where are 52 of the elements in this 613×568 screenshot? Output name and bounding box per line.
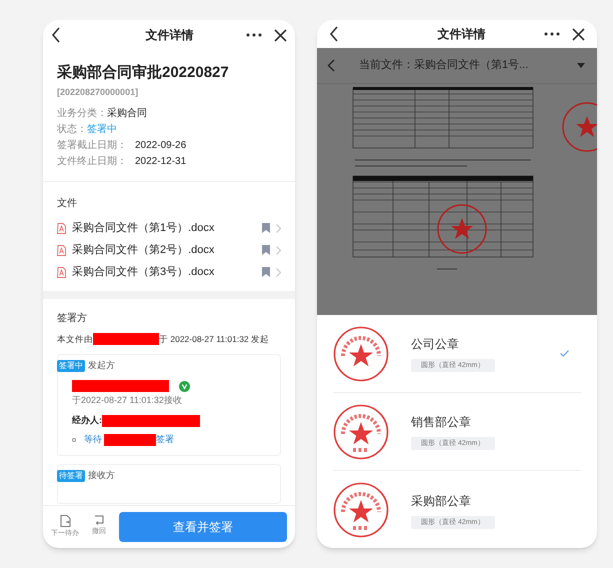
more-icon[interactable]	[544, 32, 560, 36]
status-badge: 待签署	[57, 470, 85, 482]
field-label: 业务分类：	[57, 106, 107, 120]
dropdown-icon[interactable]	[577, 63, 585, 68]
signer-role: 发起方	[88, 358, 115, 372]
redaction-block	[104, 434, 156, 446]
pdf-file-icon	[57, 244, 66, 256]
field-label: 签署截止日期：	[57, 138, 127, 152]
redaction-block	[93, 333, 159, 346]
section-title: 签署方	[57, 312, 88, 326]
current-file-title: 当前文件：采购合同文件（第1号...	[359, 58, 528, 74]
seal-drawing	[333, 326, 389, 382]
initiated-text: 本文件由	[57, 333, 93, 346]
received-time: 于2022-08-27 11:01:32接收	[72, 394, 183, 408]
seal-name: 采购部公章	[411, 492, 472, 510]
field-value: 2022-12-31	[135, 154, 186, 168]
initiated-text: 于 2022-08-27 11:01:32 发起	[159, 333, 270, 346]
seal-name: 公司公章	[411, 336, 460, 353]
seal-name: 销售部公章	[411, 414, 472, 431]
pdf-file-icon	[57, 266, 66, 278]
seal-drawing	[333, 404, 389, 460]
field-label: 状态：	[57, 122, 87, 136]
waiting-text: 等待	[84, 433, 102, 446]
bookmark-icon[interactable]	[262, 267, 270, 277]
status-badge: 签署中	[57, 360, 85, 372]
file-link[interactable]: 采购合同文件（第3号）.docx	[72, 264, 214, 280]
seal-drawing	[333, 482, 389, 538]
status-value: 签署中	[87, 122, 117, 136]
close-icon[interactable]	[572, 28, 585, 40]
document-code: [202208270000001]	[57, 86, 138, 99]
handler-label: 经办人:	[72, 414, 102, 427]
undo-icon	[94, 514, 104, 525]
next-document-icon	[60, 514, 70, 527]
signer-role: 接收方	[88, 468, 115, 482]
back-icon[interactable]	[329, 26, 339, 42]
pdf-file-icon	[57, 222, 66, 234]
field-value: 采购合同	[107, 106, 147, 120]
field-label: 文件终止日期：	[57, 154, 127, 168]
document-title: 采购部合同审批20220827	[57, 63, 229, 83]
more-icon[interactable]	[246, 33, 262, 37]
file-link[interactable]: 采购合同文件（第1号）.docx	[72, 220, 214, 236]
close-icon[interactable]	[274, 28, 287, 42]
file-link[interactable]: 采购合同文件（第2号）.docx	[72, 242, 214, 258]
back-icon[interactable]	[51, 27, 61, 43]
bookmark-icon[interactable]	[262, 245, 270, 255]
field-value: 2022-09-26	[135, 138, 186, 152]
bookmark-icon[interactable]	[262, 223, 270, 233]
waiting-text: 签署	[156, 433, 174, 446]
screen-title: 文件详情	[146, 27, 194, 44]
bullet-icon	[72, 438, 76, 442]
section-title: 文件	[57, 196, 78, 211]
screen-title: 文件详情	[438, 26, 486, 43]
